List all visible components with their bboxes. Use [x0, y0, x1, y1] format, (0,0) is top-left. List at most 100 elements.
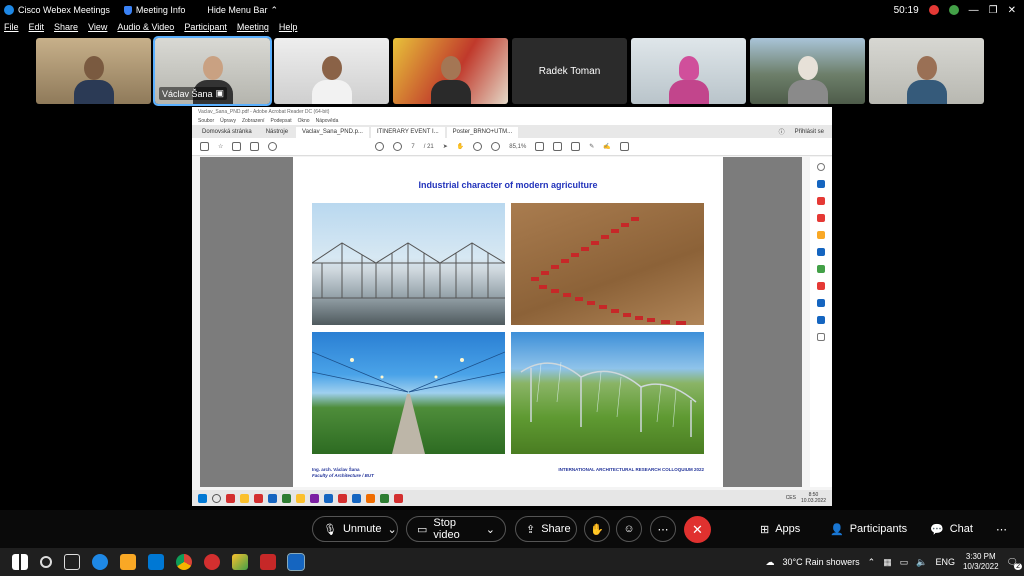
- menu-participant[interactable]: Participant: [184, 22, 227, 36]
- save-icon[interactable]: [200, 142, 209, 151]
- speaker-icon[interactable]: 🔈: [916, 557, 927, 568]
- menu-audio-video[interactable]: Audio & Video: [117, 22, 174, 36]
- chevron-down-icon[interactable]: ⌄: [388, 523, 397, 536]
- app-icon[interactable]: [226, 493, 235, 503]
- menu-share[interactable]: Share: [54, 22, 78, 36]
- participant-tile[interactable]: [274, 38, 389, 104]
- minimize-button[interactable]: —: [969, 5, 979, 16]
- opera-icon[interactable]: [204, 554, 220, 570]
- acrobat-menu-item[interactable]: Zobrazení: [242, 117, 265, 125]
- stop-video-button[interactable]: ▭ Stop video ⌄: [406, 516, 506, 542]
- close-button[interactable]: ✕: [1008, 5, 1016, 16]
- app-icon[interactable]: [324, 493, 333, 503]
- acrobat-menu-item[interactable]: Podepsat: [270, 117, 291, 125]
- fill-sign-icon[interactable]: [817, 282, 825, 290]
- zoom-out-icon[interactable]: [473, 142, 483, 151]
- maximize-button[interactable]: ❐: [989, 5, 998, 16]
- search-icon[interactable]: [268, 142, 278, 151]
- windows-start-icon[interactable]: [12, 554, 28, 570]
- app-icon[interactable]: [366, 493, 375, 503]
- pen-icon[interactable]: ✎: [589, 143, 594, 150]
- connection-icon[interactable]: [948, 5, 959, 15]
- participant-tile[interactable]: Václav Šana ▣: [153, 36, 272, 106]
- zoom-in-icon[interactable]: [491, 142, 501, 151]
- app-icon[interactable]: [268, 493, 277, 503]
- mail-icon[interactable]: [148, 554, 164, 570]
- document-area[interactable]: Industrial character of modern agricultu…: [200, 157, 802, 487]
- chevron-up-icon[interactable]: ⌃: [868, 557, 876, 568]
- unmute-button[interactable]: 🎙 Unmute ⌄: [312, 516, 398, 542]
- fit-page-icon[interactable]: [535, 142, 545, 151]
- acrobat-menu-item[interactable]: Soubor: [198, 117, 214, 125]
- scroll-mode-icon[interactable]: [553, 142, 563, 151]
- tab-home[interactable]: Domovská stránka: [196, 127, 258, 138]
- share-button[interactable]: ⇪ Share: [515, 516, 577, 542]
- search-icon[interactable]: [40, 556, 52, 568]
- file-explorer-icon[interactable]: [120, 554, 136, 570]
- mail-icon[interactable]: [250, 142, 260, 151]
- recording-icon[interactable]: [928, 5, 939, 15]
- acrobat-menu-item[interactable]: Úpravy: [220, 117, 236, 125]
- participant-tile[interactable]: [631, 38, 746, 104]
- participants-button[interactable]: 👤 Participants: [830, 516, 907, 542]
- help-icon[interactable]: ⓘ: [779, 127, 785, 136]
- acrobat-icon[interactable]: [260, 554, 276, 570]
- page-current[interactable]: 7: [411, 144, 414, 150]
- more-panels-button[interactable]: ⋯: [996, 516, 1007, 542]
- comment-tool-icon[interactable]: [817, 231, 825, 239]
- page-up-icon[interactable]: [375, 142, 385, 151]
- participant-tile[interactable]: [36, 38, 151, 104]
- tab-tools[interactable]: Nástroje: [260, 127, 294, 138]
- tab-document-active[interactable]: Vaclav_Sana_PND.p...: [296, 127, 369, 138]
- sign-icon[interactable]: ✍: [603, 143, 610, 150]
- more-options-button[interactable]: ⋯: [650, 516, 676, 542]
- meeting-info-button[interactable]: Meeting Info: [123, 5, 185, 15]
- participant-tile[interactable]: [393, 38, 508, 104]
- app-icon[interactable]: [338, 493, 347, 503]
- app-icon[interactable]: [282, 493, 291, 503]
- export-pdf-icon[interactable]: [817, 180, 825, 188]
- edge-icon[interactable]: [92, 554, 108, 570]
- app-icon[interactable]: [380, 493, 389, 503]
- raise-hand-button[interactable]: ✋: [584, 516, 610, 542]
- app-icon[interactable]: [296, 493, 305, 503]
- acrobat-app-icon[interactable]: [394, 493, 403, 503]
- chevron-down-icon[interactable]: ⌄: [486, 523, 495, 536]
- menu-meeting[interactable]: Meeting: [237, 22, 269, 36]
- more-tools-icon[interactable]: [817, 333, 825, 341]
- sign-in-link[interactable]: Přihlásit se: [795, 129, 824, 135]
- menu-help[interactable]: Help: [279, 22, 298, 36]
- hide-menu-bar-button[interactable]: Hide Menu Bar ⌃: [207, 5, 278, 16]
- hand-icon[interactable]: ✋: [457, 143, 464, 150]
- protect-icon[interactable]: [817, 299, 825, 307]
- acrobat-menu-item[interactable]: Okno: [298, 117, 310, 125]
- app-icon[interactable]: [240, 493, 249, 503]
- page-down-icon[interactable]: [393, 142, 403, 151]
- task-view-icon[interactable]: [64, 554, 80, 570]
- comment-icon[interactable]: [571, 142, 581, 151]
- network-icon[interactable]: ▦: [883, 557, 892, 568]
- end-call-button[interactable]: ✕: [684, 516, 711, 543]
- stamp-icon[interactable]: [619, 142, 629, 151]
- star-icon[interactable]: ☆: [218, 143, 223, 150]
- search-icon[interactable]: [212, 493, 221, 503]
- tab-poster[interactable]: Poster_BRNO+UTM...: [446, 127, 519, 138]
- start-icon[interactable]: [198, 493, 207, 503]
- notifications-icon[interactable]: 🗨 2: [1007, 557, 1022, 570]
- create-pdf-icon[interactable]: [817, 197, 825, 205]
- reactions-button[interactable]: ☺: [616, 516, 642, 542]
- participant-tile[interactable]: [869, 38, 984, 104]
- chrome-icon[interactable]: [176, 554, 192, 570]
- print-icon[interactable]: [232, 142, 242, 151]
- edit-pdf-icon[interactable]: [817, 214, 825, 222]
- zoom-level[interactable]: 85,1%: [509, 144, 526, 150]
- menu-view[interactable]: View: [88, 22, 107, 36]
- participant-tile[interactable]: [750, 38, 865, 104]
- participant-tile[interactable]: Radek Toman: [512, 38, 627, 104]
- cursor-icon[interactable]: ➤: [443, 143, 448, 150]
- taskbar-clock[interactable]: 3:30 PM 10/3/2022: [963, 552, 999, 572]
- chat-button[interactable]: 💬 Chat: [930, 516, 973, 542]
- battery-icon[interactable]: ▭: [900, 557, 909, 568]
- app-icon[interactable]: [352, 493, 361, 503]
- combine-files-icon[interactable]: [817, 248, 825, 256]
